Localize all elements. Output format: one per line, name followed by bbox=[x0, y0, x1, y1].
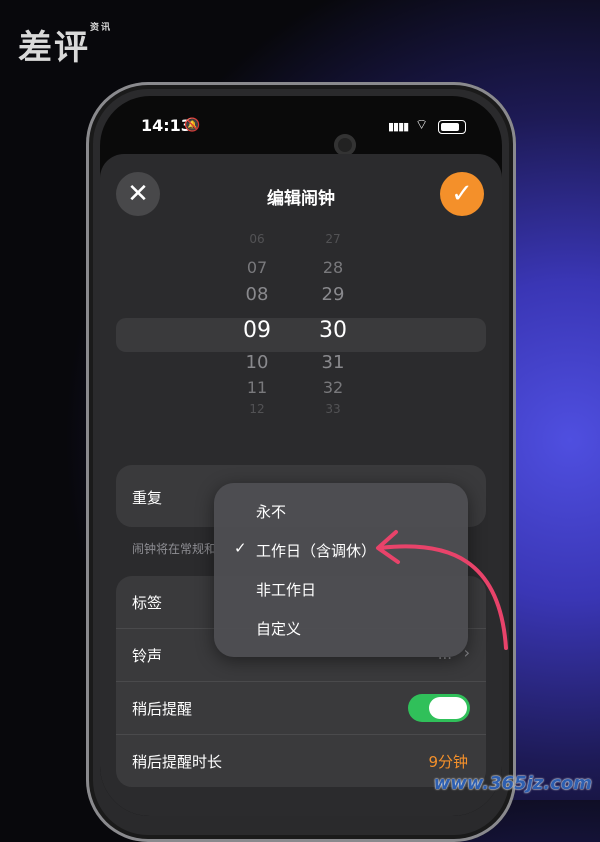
sound-row-label: 铃声 bbox=[132, 647, 163, 665]
camera-icon bbox=[334, 134, 356, 156]
menu-item-label: 永不 bbox=[256, 503, 287, 521]
repeat-hint: 闹钟将在常规和 bbox=[132, 542, 217, 556]
minute-value: 29 bbox=[321, 284, 345, 305]
checkmark-icon: ✓ bbox=[234, 539, 247, 557]
status-bar: 14:13 🔕 ▮▮▮▮ ⌔ bbox=[100, 116, 502, 156]
repeat-label: 重复 bbox=[132, 489, 163, 507]
menu-item-workdays[interactable]: ✓ 工作日（含调休） bbox=[214, 530, 468, 568]
minute-value: 33 bbox=[325, 402, 341, 416]
confirm-button[interactable]: ✓ bbox=[440, 172, 484, 216]
hour-value: 11 bbox=[246, 378, 268, 397]
hour-value: 06 bbox=[249, 232, 265, 246]
bell-muted-icon: 🔕 bbox=[184, 118, 201, 133]
menu-item-non-workdays[interactable]: 非工作日 bbox=[214, 569, 468, 607]
minute-value: 32 bbox=[322, 378, 344, 397]
menu-item-label: 工作日（含调休） bbox=[256, 542, 377, 560]
repeat-menu: 永不 ✓ 工作日（含调休） 非工作日 自定义 bbox=[214, 483, 468, 657]
picker-selection-band bbox=[116, 318, 486, 352]
hour-value: 07 bbox=[246, 258, 268, 277]
label-row-label: 标签 bbox=[132, 594, 163, 612]
footer-url: www.365jz.com bbox=[433, 773, 592, 794]
hour-value: 10 bbox=[245, 352, 269, 373]
battery-icon bbox=[438, 120, 466, 134]
snooze-row: 稍后提醒 bbox=[116, 682, 486, 735]
hour-value: 09 bbox=[243, 318, 271, 343]
wifi-icon: ⌔ bbox=[415, 117, 429, 133]
minute-value: 28 bbox=[322, 258, 344, 277]
snooze-duration-value: 9分钟 bbox=[428, 753, 468, 771]
hour-value: 08 bbox=[245, 284, 269, 305]
phone-screen: 14:13 🔕 ▮▮▮▮ ⌔ ✕ 编辑闹钟 ✓ 06 07 08 09 10 11 12 2… bbox=[100, 96, 502, 816]
minute-value: 31 bbox=[321, 352, 345, 373]
snooze-duration-row[interactable]: 稍后提醒时长 9分钟 bbox=[116, 735, 486, 787]
minute-value: 30 bbox=[319, 318, 347, 343]
menu-item-label: 自定义 bbox=[256, 620, 302, 638]
minute-value: 27 bbox=[325, 232, 341, 246]
signal-icon: ▮▮▮▮ bbox=[388, 120, 409, 133]
snooze-duration-label: 稍后提醒时长 bbox=[132, 753, 223, 771]
hour-value: 12 bbox=[249, 402, 265, 416]
menu-item-label: 非工作日 bbox=[256, 581, 317, 599]
snooze-row-label: 稍后提醒 bbox=[132, 700, 193, 718]
watermark-logo: 差评资讯 bbox=[18, 23, 113, 68]
menu-item-never[interactable]: 永不 bbox=[214, 491, 468, 529]
menu-item-custom[interactable]: 自定义 bbox=[214, 608, 468, 646]
snooze-toggle[interactable] bbox=[408, 694, 470, 722]
